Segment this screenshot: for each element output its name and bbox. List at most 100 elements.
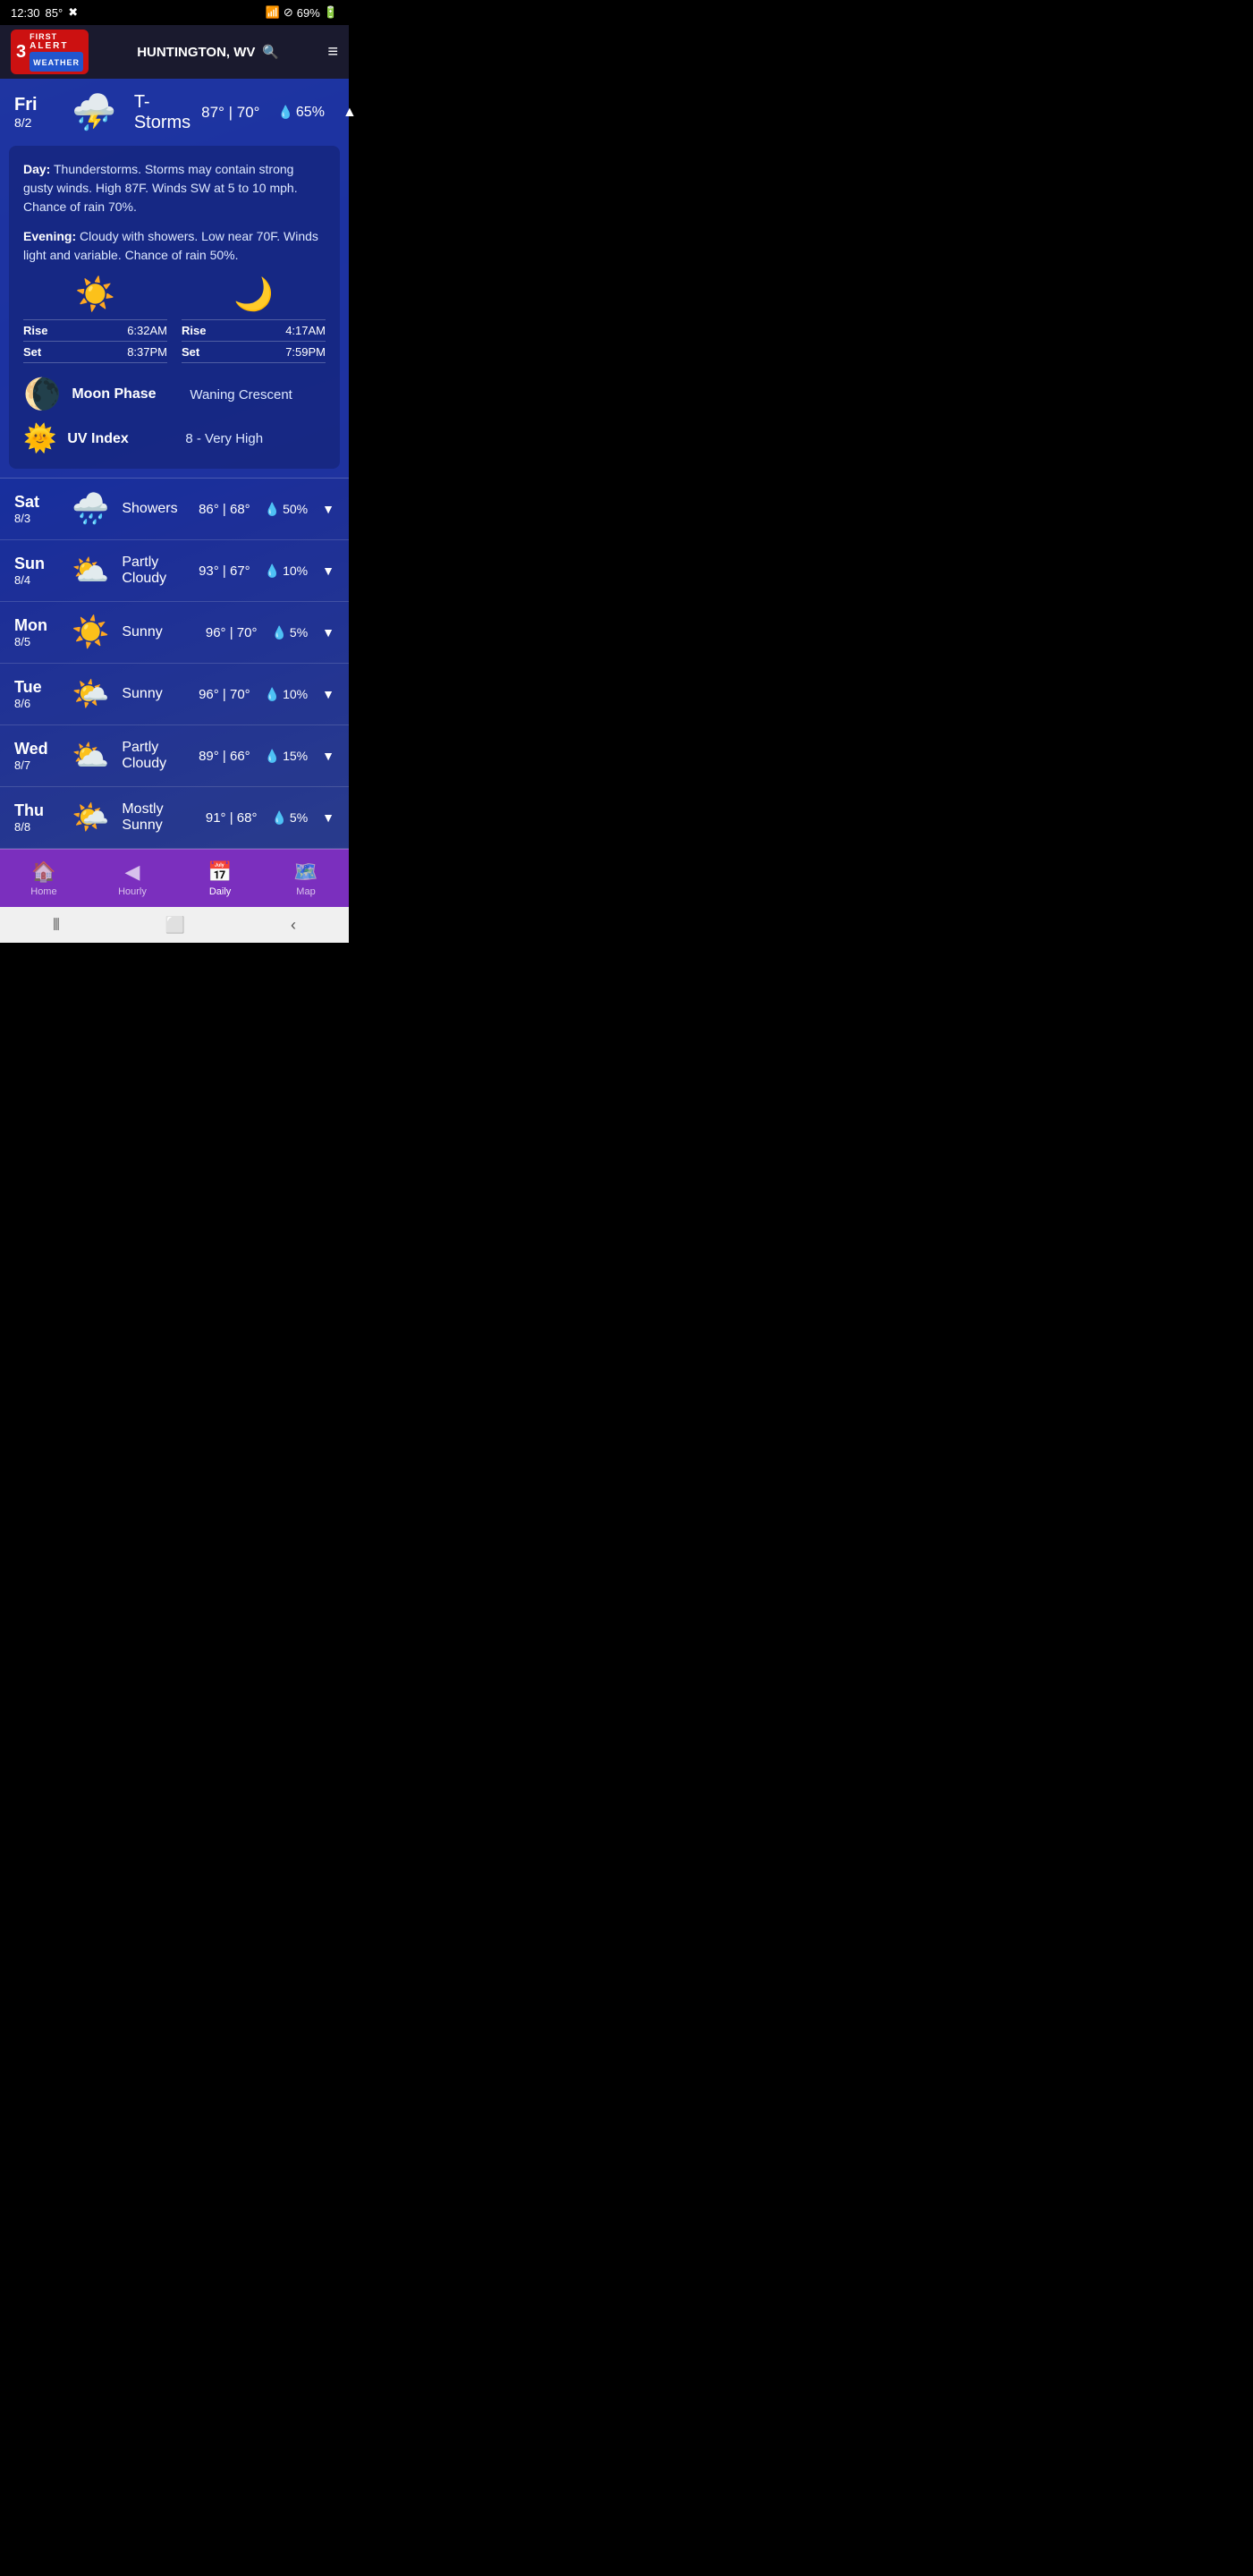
day-forecast-text: Day: Thunderstorms. Storms may contain s…: [23, 160, 326, 216]
forecast-day-date: 8/5: [14, 635, 59, 648]
nav-label-home: Home: [30, 886, 56, 897]
status-bar: 12:30 85° ✖ 📶 ⊘ 69% 🔋: [0, 0, 349, 25]
uv-value: 8 - Very High: [185, 431, 263, 446]
forecast-list: Sat 8/3 🌧️ Showers 86° | 68° 💧 50% ▼ Sun…: [0, 479, 349, 849]
logo-number: 3: [16, 42, 26, 63]
system-nav: ⦀ ⬜ ‹: [0, 907, 349, 943]
forecast-weather-icon: ☀️: [72, 614, 109, 650]
forecast-expand-chevron[interactable]: ▼: [322, 564, 334, 578]
forecast-temps: 96° | 70°: [206, 625, 258, 640]
search-icon[interactable]: 🔍: [262, 44, 279, 60]
forecast-expand-chevron[interactable]: ▼: [322, 749, 334, 763]
nav-item-hourly[interactable]: ◀ Hourly: [107, 855, 157, 902]
app-header: 3 FIRST ALERT WEATHER HUNTINGTON, WV 🔍 ≡: [0, 25, 349, 79]
nav-label-daily: Daily: [209, 886, 231, 897]
precip-drop-icon: 💧: [265, 687, 280, 702]
moon-set-row: Set 7:59PM: [182, 344, 326, 360]
moon-rise-row: Rise 4:17AM: [182, 323, 326, 338]
current-day-label: Fri 8/2: [14, 95, 54, 130]
uv-row: 🌞 UV Index 8 - Very High: [23, 423, 326, 454]
forecast-row[interactable]: Thu 8/8 🌤️ Mostly Sunny 91° | 68° 💧 5% ▼: [0, 787, 349, 849]
forecast-row[interactable]: Sat 8/3 🌧️ Showers 86° | 68° 💧 50% ▼: [0, 479, 349, 540]
nav-label-map: Map: [296, 886, 315, 897]
forecast-day-date: 8/7: [14, 758, 59, 772]
current-weather-icon: ⛈️: [72, 91, 116, 133]
forecast-temps: 91° | 68°: [206, 810, 258, 826]
forecast-day-date: 8/4: [14, 573, 59, 587]
uv-sun-icon: 🌞: [23, 423, 56, 454]
back-button[interactable]: ‹: [291, 916, 296, 935]
moon-phase-row: 🌘 Moon Phase Waning Crescent: [23, 377, 326, 412]
app-logo: 3 FIRST ALERT WEATHER: [11, 30, 89, 74]
current-condition: T-Storms: [134, 92, 190, 133]
location-text: HUNTINGTON, WV: [137, 45, 255, 60]
nav-icon-hourly: ◀: [125, 860, 140, 884]
current-day-header[interactable]: Fri 8/2 ⛈️ T-Storms 87° | 70° 💧 65% ▲: [0, 79, 349, 146]
forecast-row[interactable]: Tue 8/6 🌤️ Sunny 96° | 70° 💧 10% ▼: [0, 664, 349, 725]
forecast-row[interactable]: Mon 8/5 ☀️ Sunny 96° | 70° 💧 5% ▼: [0, 602, 349, 664]
forecast-precip: 💧 5%: [271, 625, 308, 640]
forecast-expand-chevron[interactable]: ▼: [322, 625, 334, 640]
moon-rise-label: Rise: [182, 324, 206, 337]
forecast-row[interactable]: Wed 8/7 ⛅ Partly Cloudy 89° | 66° 💧 15% …: [0, 725, 349, 787]
current-precip: 💧 65%: [277, 105, 324, 121]
forecast-expand-chevron[interactable]: ▼: [322, 502, 334, 516]
status-time: 12:30: [11, 6, 40, 20]
forecast-temps: 86° | 68°: [199, 502, 250, 517]
logo-alert: ALERT: [30, 41, 83, 51]
precip-drop-icon: 💧: [265, 502, 280, 517]
forecast-weather-icon: 🌧️: [72, 491, 109, 527]
forecast-precip: 💧 10%: [265, 687, 308, 702]
forecast-day-name: Tue: [14, 678, 59, 697]
bottom-nav: 🏠 Home ◀ Hourly 📅 Daily 🗺️ Map: [0, 849, 349, 907]
uv-label: UV Index: [67, 431, 174, 447]
header-location[interactable]: HUNTINGTON, WV 🔍: [137, 44, 279, 60]
expand-chevron[interactable]: ▲: [343, 105, 357, 121]
forecast-day-label: Sat 8/3: [14, 493, 59, 525]
wifi-icon: 📶: [266, 5, 280, 20]
nav-item-map[interactable]: 🗺️ Map: [283, 855, 328, 902]
forecast-day-name: Sat: [14, 493, 59, 512]
main-content: Fri 8/2 ⛈️ T-Storms 87° | 70° 💧 65% ▲ Da…: [0, 79, 349, 849]
menu-button[interactable]: ≡: [327, 42, 338, 63]
forecast-day-date: 8/8: [14, 820, 59, 834]
forecast-weather-icon: ⛅: [72, 553, 109, 589]
current-temp-range: 87° | 70°: [201, 104, 259, 122]
forecast-day-label: Thu 8/8: [14, 801, 59, 834]
moon-phase-icon: 🌘: [23, 377, 61, 412]
home-button[interactable]: ⬜: [165, 916, 185, 935]
nav-item-home[interactable]: 🏠 Home: [20, 855, 67, 902]
moon-column: 🌙 Rise 4:17AM Set 7:59PM: [182, 275, 326, 366]
battery-percent: 69%: [297, 6, 320, 20]
evening-forecast-text: Evening: Cloudy with showers. Low near 7…: [23, 227, 326, 265]
forecast-condition: Partly Cloudy: [122, 555, 190, 587]
forecast-day-label: Sun 8/4: [14, 555, 59, 587]
forecast-day-label: Tue 8/6: [14, 678, 59, 710]
forecast-expand-chevron[interactable]: ▼: [322, 810, 334, 825]
forecast-day-label: Mon 8/5: [14, 616, 59, 648]
battery-icon: 🔋: [324, 5, 338, 20]
forecast-day-name: Thu: [14, 801, 59, 820]
dnd-icon: ⊘: [284, 5, 293, 20]
forecast-weather-icon: ⛅: [72, 738, 109, 774]
forecast-day-date: 8/3: [14, 512, 59, 525]
moon-set-label: Set: [182, 345, 199, 359]
forecast-condition: Showers: [122, 501, 190, 517]
forecast-day-name: Mon: [14, 616, 59, 635]
recent-apps-button[interactable]: ⦀: [53, 916, 60, 935]
sun-icon: ☀️: [75, 275, 115, 313]
nav-item-daily[interactable]: 📅 Daily: [197, 855, 242, 902]
forecast-weather-icon: 🌤️: [72, 800, 109, 835]
forecast-condition: Mostly Sunny: [122, 801, 197, 834]
precip-drop-icon: 💧: [265, 564, 280, 579]
forecast-day-label: Wed 8/7: [14, 740, 59, 772]
set-label: Set: [23, 345, 41, 359]
forecast-temps: 89° | 66°: [199, 749, 250, 764]
forecast-condition: Sunny: [122, 624, 197, 640]
forecast-expand-chevron[interactable]: ▼: [322, 687, 334, 701]
nav-label-hourly: Hourly: [118, 886, 147, 897]
current-day-date: 8/2: [14, 115, 54, 130]
forecast-condition: Sunny: [122, 686, 190, 702]
forecast-precip: 💧 15%: [265, 749, 308, 764]
forecast-row[interactable]: Sun 8/4 ⛅ Partly Cloudy 93° | 67° 💧 10% …: [0, 540, 349, 602]
